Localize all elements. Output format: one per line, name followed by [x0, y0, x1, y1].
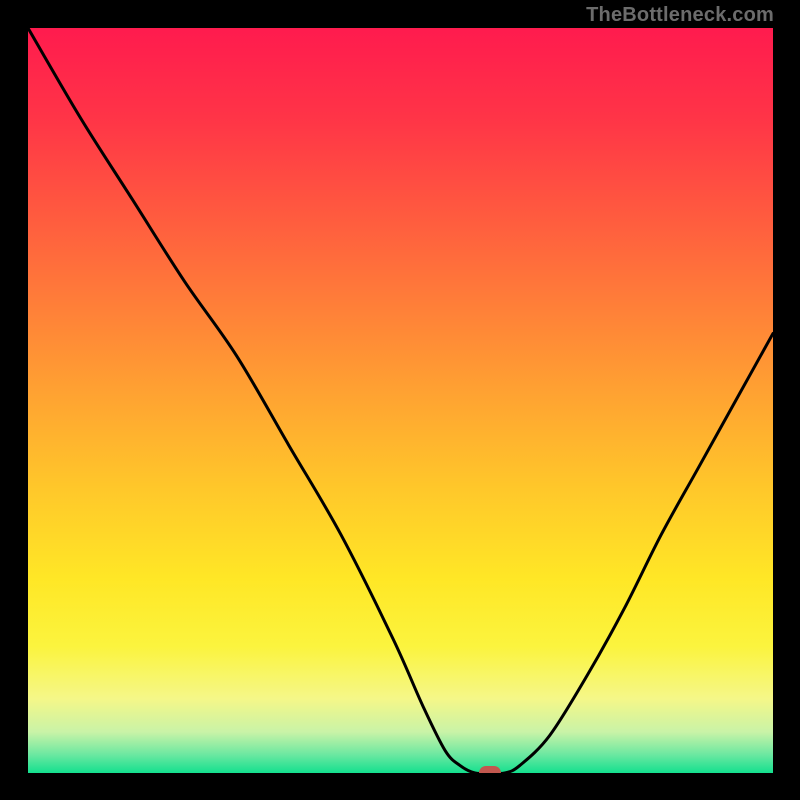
plot-area	[28, 28, 773, 773]
bottleneck-chart: TheBottleneck.com	[0, 0, 800, 800]
watermark-text: TheBottleneck.com	[586, 4, 774, 27]
bottleneck-curve	[28, 28, 773, 773]
bottleneck-marker	[479, 766, 501, 773]
